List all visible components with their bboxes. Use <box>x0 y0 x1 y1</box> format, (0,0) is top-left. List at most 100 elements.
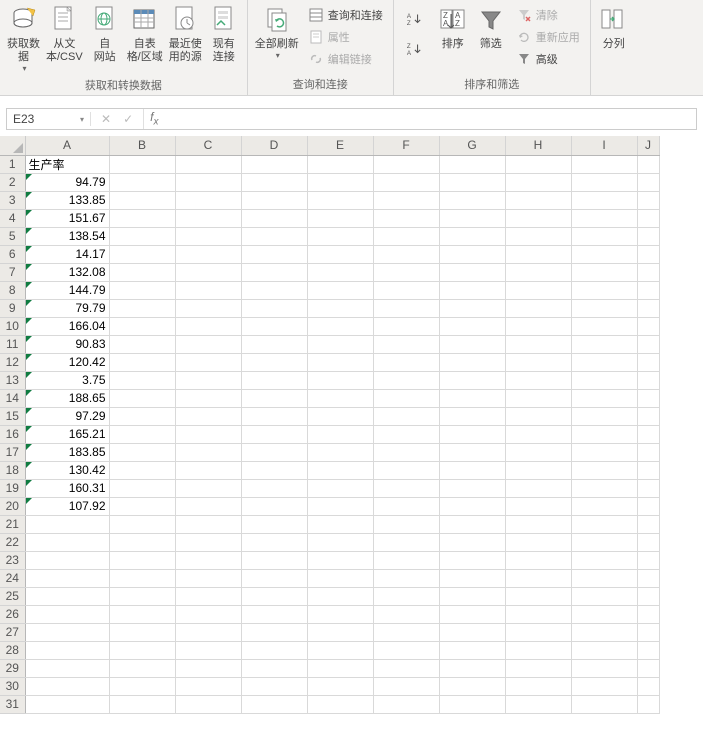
cell-F28[interactable] <box>373 641 439 659</box>
cell-A5[interactable]: 138.54 <box>25 227 109 245</box>
cell-J24[interactable] <box>637 569 659 587</box>
cell-J7[interactable] <box>637 263 659 281</box>
row-header-1[interactable]: 1 <box>0 155 25 173</box>
text-to-columns-button[interactable]: 分列 <box>595 2 633 53</box>
row-header-4[interactable]: 4 <box>0 209 25 227</box>
cell-F8[interactable] <box>373 281 439 299</box>
cell-H4[interactable] <box>505 209 571 227</box>
cell-A7[interactable]: 132.08 <box>25 263 109 281</box>
cell-E8[interactable] <box>307 281 373 299</box>
existing-conn-button[interactable]: 现有 连接 <box>205 2 243 66</box>
cell-J20[interactable] <box>637 497 659 515</box>
cell-G29[interactable] <box>439 659 505 677</box>
cell-F21[interactable] <box>373 515 439 533</box>
cell-C26[interactable] <box>175 605 241 623</box>
cell-J14[interactable] <box>637 389 659 407</box>
cell-F13[interactable] <box>373 371 439 389</box>
cell-E11[interactable] <box>307 335 373 353</box>
cell-A31[interactable] <box>25 695 109 713</box>
cell-J3[interactable] <box>637 191 659 209</box>
cell-G31[interactable] <box>439 695 505 713</box>
cell-D15[interactable] <box>241 407 307 425</box>
cell-B9[interactable] <box>109 299 175 317</box>
formula-input[interactable] <box>164 109 696 129</box>
cell-A8[interactable]: 144.79 <box>25 281 109 299</box>
row-header-8[interactable]: 8 <box>0 281 25 299</box>
cell-E22[interactable] <box>307 533 373 551</box>
cell-A29[interactable] <box>25 659 109 677</box>
cell-A30[interactable] <box>25 677 109 695</box>
cell-B3[interactable] <box>109 191 175 209</box>
cell-B29[interactable] <box>109 659 175 677</box>
cell-I21[interactable] <box>571 515 637 533</box>
cell-A9[interactable]: 79.79 <box>25 299 109 317</box>
sort-desc-button[interactable]: ZA <box>400 34 432 64</box>
cell-E16[interactable] <box>307 425 373 443</box>
cell-D16[interactable] <box>241 425 307 443</box>
cell-H9[interactable] <box>505 299 571 317</box>
cell-C23[interactable] <box>175 551 241 569</box>
cell-I27[interactable] <box>571 623 637 641</box>
cell-F23[interactable] <box>373 551 439 569</box>
cell-G16[interactable] <box>439 425 505 443</box>
cell-E13[interactable] <box>307 371 373 389</box>
row-header-10[interactable]: 10 <box>0 317 25 335</box>
cell-G15[interactable] <box>439 407 505 425</box>
cell-B14[interactable] <box>109 389 175 407</box>
cell-D20[interactable] <box>241 497 307 515</box>
row-header-14[interactable]: 14 <box>0 389 25 407</box>
cell-G25[interactable] <box>439 587 505 605</box>
sort-button[interactable]: ZAAZ 排序 <box>434 2 472 53</box>
cell-E30[interactable] <box>307 677 373 695</box>
cell-C30[interactable] <box>175 677 241 695</box>
cell-A22[interactable] <box>25 533 109 551</box>
cell-H31[interactable] <box>505 695 571 713</box>
cell-G4[interactable] <box>439 209 505 227</box>
cell-C11[interactable] <box>175 335 241 353</box>
cell-G7[interactable] <box>439 263 505 281</box>
cell-E18[interactable] <box>307 461 373 479</box>
cell-G19[interactable] <box>439 479 505 497</box>
row-header-22[interactable]: 22 <box>0 533 25 551</box>
refresh-all-button[interactable]: 全部刷新 ▾ <box>252 2 302 62</box>
cell-I26[interactable] <box>571 605 637 623</box>
cell-E27[interactable] <box>307 623 373 641</box>
cell-D1[interactable] <box>241 155 307 173</box>
row-header-19[interactable]: 19 <box>0 479 25 497</box>
cell-F5[interactable] <box>373 227 439 245</box>
cell-E6[interactable] <box>307 245 373 263</box>
cell-D5[interactable] <box>241 227 307 245</box>
cell-J29[interactable] <box>637 659 659 677</box>
cell-G1[interactable] <box>439 155 505 173</box>
column-header-H[interactable]: H <box>505 136 571 155</box>
cell-B6[interactable] <box>109 245 175 263</box>
row-header-28[interactable]: 28 <box>0 641 25 659</box>
cell-H23[interactable] <box>505 551 571 569</box>
cell-B2[interactable] <box>109 173 175 191</box>
cell-I13[interactable] <box>571 371 637 389</box>
row-header-11[interactable]: 11 <box>0 335 25 353</box>
row-header-3[interactable]: 3 <box>0 191 25 209</box>
cell-B8[interactable] <box>109 281 175 299</box>
column-header-C[interactable]: C <box>175 136 241 155</box>
cell-B15[interactable] <box>109 407 175 425</box>
cell-F22[interactable] <box>373 533 439 551</box>
row-header-29[interactable]: 29 <box>0 659 25 677</box>
cell-B19[interactable] <box>109 479 175 497</box>
cell-B27[interactable] <box>109 623 175 641</box>
cell-A15[interactable]: 97.29 <box>25 407 109 425</box>
cell-B28[interactable] <box>109 641 175 659</box>
cell-D30[interactable] <box>241 677 307 695</box>
cell-H6[interactable] <box>505 245 571 263</box>
cell-I7[interactable] <box>571 263 637 281</box>
row-header-5[interactable]: 5 <box>0 227 25 245</box>
cell-I24[interactable] <box>571 569 637 587</box>
cell-D25[interactable] <box>241 587 307 605</box>
cell-A23[interactable] <box>25 551 109 569</box>
cell-D22[interactable] <box>241 533 307 551</box>
cell-H26[interactable] <box>505 605 571 623</box>
cell-H25[interactable] <box>505 587 571 605</box>
row-header-26[interactable]: 26 <box>0 605 25 623</box>
cell-D31[interactable] <box>241 695 307 713</box>
cell-C2[interactable] <box>175 173 241 191</box>
